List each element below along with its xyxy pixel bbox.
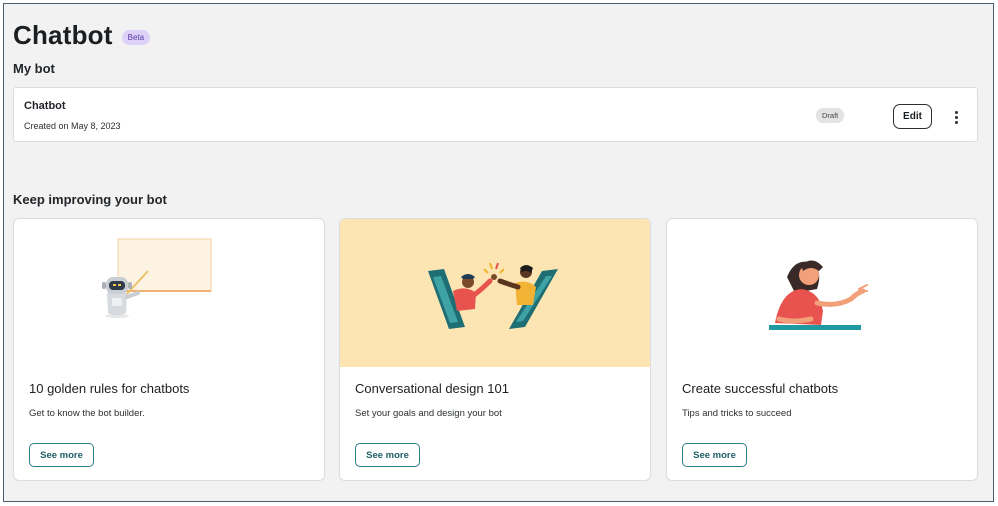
my-bot-heading: My bot: [13, 61, 55, 76]
see-more-button[interactable]: See more: [682, 443, 747, 467]
woman-at-desk-illustration: [769, 260, 868, 330]
see-more-button[interactable]: See more: [29, 443, 94, 467]
robot-whiteboard-illustration: [102, 238, 212, 318]
status-badge: Draft: [816, 108, 845, 123]
card-description: Set your goals and design your bot: [355, 408, 502, 419]
bot-card[interactable]: Chatbot Created on May 8, 2023 Draft Edi…: [13, 87, 978, 142]
resource-card: Conversational design 101 Set your goals…: [339, 218, 651, 481]
edit-button[interactable]: Edit: [893, 104, 932, 129]
bot-created-date: Created on May 8, 2023: [24, 121, 121, 131]
beta-badge: Beta: [121, 29, 151, 45]
bot-name: Chatbot: [24, 100, 66, 112]
card-title: Conversational design 101: [355, 381, 509, 396]
more-vertical-icon[interactable]: [948, 107, 964, 127]
keep-improving-heading: Keep improving your bot: [13, 192, 167, 207]
page-title: Chatbot: [13, 20, 113, 50]
card-title: 10 golden rules for chatbots: [29, 381, 190, 396]
card-title: Create successful chatbots: [682, 381, 839, 396]
app-frame: Chatbot Beta My bot Chatbot Created on M…: [3, 3, 994, 502]
phones-high-five-illustration: [340, 219, 650, 367]
see-more-button[interactable]: See more: [355, 443, 420, 467]
card-description: Get to know the bot builder.: [29, 408, 145, 419]
title-row: Chatbot Beta: [13, 20, 151, 51]
resource-card: Create successful chatbots Tips and tric…: [666, 218, 978, 481]
card-description: Tips and tricks to succeed: [682, 408, 792, 419]
resource-card: 10 golden rules for chatbots Get to know…: [13, 218, 325, 481]
